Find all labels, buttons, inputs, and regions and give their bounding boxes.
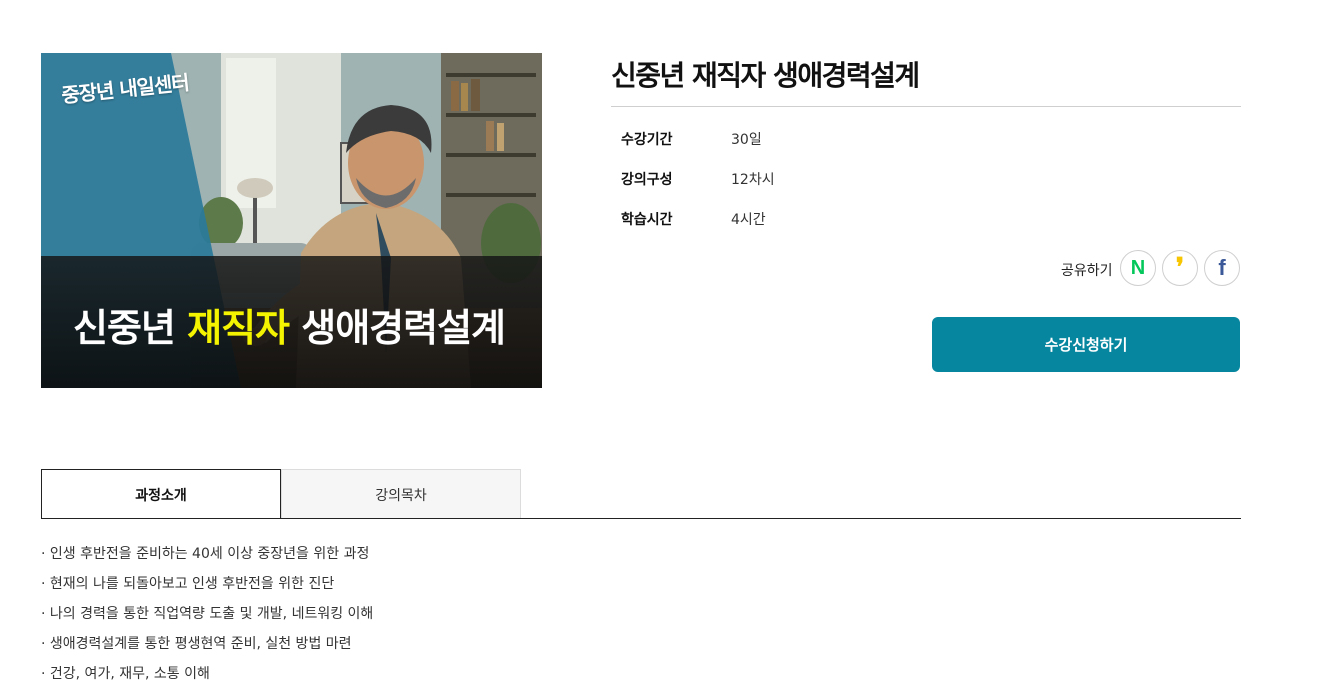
info-label: 수강기간: [621, 132, 673, 148]
banner-highlight: 재직자: [187, 306, 290, 350]
kakao-share-icon[interactable]: ❜: [1162, 250, 1198, 286]
tab-divider: [41, 518, 1241, 519]
share-label: 공유하기: [1061, 263, 1113, 279]
list-item: · 건강, 여가, 재무, 소통 이해: [41, 666, 210, 682]
tab-course-intro[interactable]: 과정소개: [41, 469, 281, 519]
list-item: · 생애경력설계를 통한 평생현역 준비, 실천 방법 마련: [41, 636, 352, 652]
course-title: 신중년 재직자 생애경력설계: [611, 59, 920, 92]
banner-suffix: 생애경력설계: [289, 306, 506, 350]
facebook-share-icon[interactable]: f: [1204, 250, 1240, 286]
info-value: 30일: [731, 132, 762, 148]
info-label: 강의구성: [621, 172, 673, 188]
info-value: 12차시: [731, 172, 775, 188]
tab-curriculum[interactable]: 강의목차: [281, 469, 521, 519]
course-intro-list: · 인생 후반전을 준비하는 40세 이상 중장년을 위한 과정 · 현재의 나…: [41, 543, 373, 689]
banner-prefix: 신중년: [73, 306, 188, 350]
course-thumbnail: 중장년 내일센터 신중년 재직자 생애경력설계: [41, 53, 542, 388]
naver-share-icon[interactable]: N: [1120, 250, 1156, 286]
list-item: · 인생 후반전을 준비하는 40세 이상 중장년을 위한 과정: [41, 546, 370, 562]
apply-button[interactable]: 수강신청하기: [932, 317, 1240, 372]
course-tabs: 과정소개 강의목차: [41, 469, 1241, 519]
list-item: · 나의 경력을 통한 직업역량 도출 및 개발, 네트워킹 이해: [41, 606, 374, 622]
info-value: 4시간: [731, 212, 766, 228]
title-divider: [611, 106, 1241, 107]
thumbnail-banner-text: 신중년 재직자 생애경력설계: [73, 297, 506, 352]
list-item: · 현재의 나를 되돌아보고 인생 후반전을 위한 진단: [41, 576, 335, 592]
info-label: 학습시간: [621, 212, 673, 228]
